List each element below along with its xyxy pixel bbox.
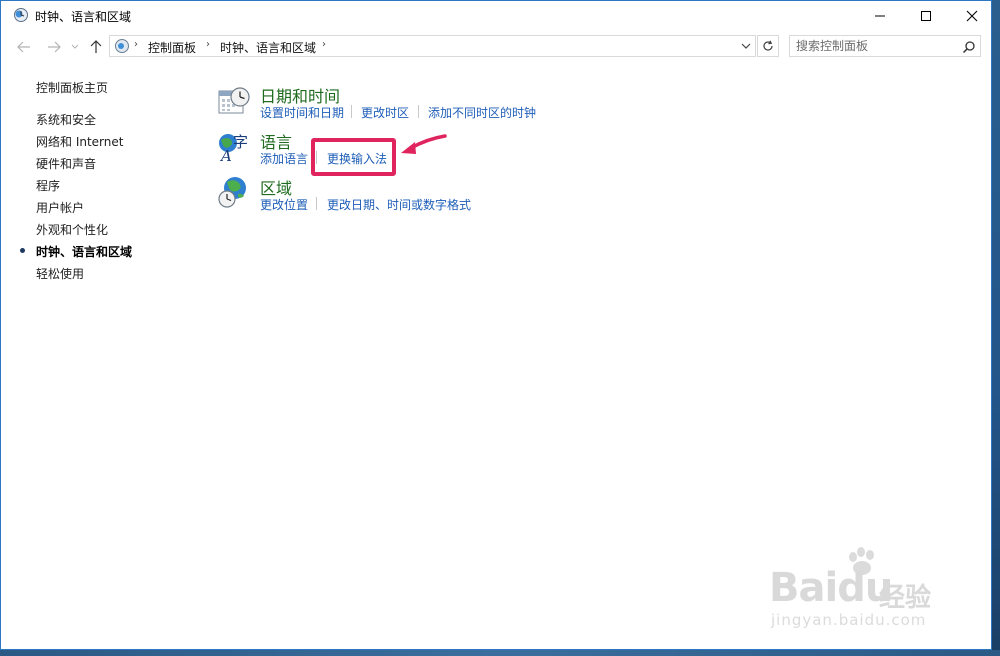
baidu-watermark: Baidu 经验 jingyan.baidu.com bbox=[761, 547, 961, 637]
maximize-icon bbox=[921, 11, 931, 21]
back-button[interactable] bbox=[15, 38, 33, 56]
address-bar[interactable]: › 控制面板 › 时钟、语言和区域 › bbox=[109, 35, 756, 57]
link-change-location[interactable]: 更改位置 bbox=[260, 196, 308, 213]
search-input[interactable] bbox=[796, 39, 956, 53]
sidebar-item-clock-language-region: 时钟、语言和区域 bbox=[36, 245, 133, 259]
desktop-background bbox=[992, 0, 1000, 656]
calendar-clock-icon[interactable] bbox=[217, 85, 251, 119]
clock-globe-icon bbox=[14, 8, 28, 22]
sidebar-item-appearance[interactable]: 外观和个性化 bbox=[36, 221, 108, 238]
forward-button[interactable] bbox=[45, 38, 63, 56]
svg-text:A: A bbox=[219, 147, 232, 164]
sidebar-item-system-security[interactable]: 系统和安全 bbox=[36, 111, 96, 128]
highlight-box bbox=[311, 138, 396, 176]
current-item-bullet bbox=[20, 248, 25, 253]
search-box[interactable] bbox=[789, 35, 981, 57]
up-button[interactable] bbox=[87, 38, 105, 56]
globe-clock-icon[interactable] bbox=[217, 175, 251, 209]
link-change-time-zone[interactable]: 更改时区 bbox=[361, 104, 409, 121]
search-icon[interactable] bbox=[962, 40, 976, 54]
sidebar-item-network-internet[interactable]: 网络和 Internet bbox=[36, 133, 123, 150]
svg-text:字: 字 bbox=[233, 133, 248, 151]
sidebar-item-user-accounts[interactable]: 用户帐户 bbox=[36, 199, 84, 216]
link-separator bbox=[351, 105, 352, 118]
language-icon[interactable]: 字 A bbox=[217, 130, 251, 164]
link-add-language[interactable]: 添加语言 bbox=[260, 150, 308, 167]
forward-arrow-icon bbox=[48, 41, 61, 53]
watermark-brand: 经验 bbox=[879, 583, 932, 613]
watermark-logo: Baidu bbox=[769, 565, 893, 611]
chevron-down-icon bbox=[71, 44, 79, 49]
sidebar-item-hardware-sound[interactable]: 硬件和声音 bbox=[36, 155, 96, 172]
sidebar-control-panel-home[interactable]: 控制面板主页 bbox=[36, 79, 108, 96]
recent-locations-button[interactable] bbox=[69, 38, 81, 56]
sidebar-item-ease-of-access[interactable]: 轻松使用 bbox=[36, 265, 84, 282]
pointer-arrow-icon bbox=[401, 134, 447, 154]
link-set-time-date[interactable]: 设置时间和日期 bbox=[260, 104, 344, 121]
watermark-url: jingyan.baidu.com bbox=[771, 611, 927, 629]
breadcrumb-separator: › bbox=[134, 39, 138, 50]
refresh-icon bbox=[763, 40, 773, 51]
desktop-background bbox=[0, 650, 1000, 656]
breadcrumb-control-panel[interactable]: 控制面板 bbox=[148, 39, 196, 56]
close-button[interactable] bbox=[949, 1, 995, 31]
link-change-date-time-number-formats[interactable]: 更改日期、时间或数字格式 bbox=[327, 196, 471, 213]
breadcrumb-separator: › bbox=[206, 39, 210, 50]
control-panel-window: 时钟、语言和区域 › 控制面板 › 时钟、语言和区域 › 搜索控制面板 控制面板… bbox=[0, 0, 992, 650]
minimize-button[interactable] bbox=[857, 1, 903, 31]
title-bar[interactable]: 时钟、语言和区域 bbox=[1, 1, 991, 31]
breadcrumb-clock-language-region[interactable]: 时钟、语言和区域 bbox=[220, 39, 316, 56]
control-panel-icon bbox=[115, 39, 129, 53]
chevron-down-icon[interactable] bbox=[739, 39, 753, 53]
link-separator bbox=[316, 197, 317, 210]
sidebar-item-programs[interactable]: 程序 bbox=[36, 177, 60, 194]
back-arrow-icon bbox=[17, 41, 30, 53]
link-separator bbox=[418, 105, 419, 118]
link-add-clocks-time-zones[interactable]: 添加不同时区的时钟 bbox=[428, 104, 536, 121]
close-icon bbox=[966, 10, 978, 22]
minimize-icon bbox=[875, 15, 885, 17]
breadcrumb-separator: › bbox=[322, 39, 326, 50]
up-arrow-icon bbox=[90, 40, 102, 53]
maximize-button[interactable] bbox=[903, 1, 949, 31]
window-title: 时钟、语言和区域 bbox=[35, 10, 132, 24]
refresh-button[interactable] bbox=[757, 35, 779, 57]
